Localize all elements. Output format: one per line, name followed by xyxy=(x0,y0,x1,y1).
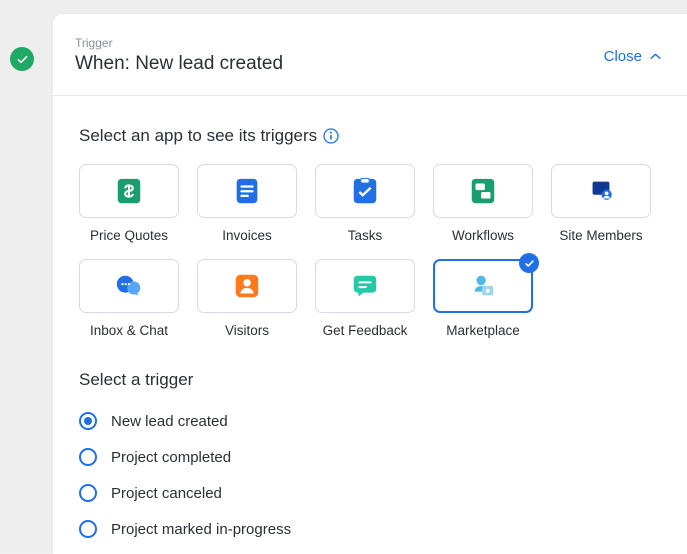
trigger-label: Project marked in-progress xyxy=(111,521,291,538)
app-tile xyxy=(315,164,415,218)
app-item-tasks[interactable]: Tasks xyxy=(315,164,415,243)
close-label: Close xyxy=(604,48,642,65)
trigger-label: Project canceled xyxy=(111,485,222,502)
app-tile xyxy=(79,164,179,218)
app-label: Inbox & Chat xyxy=(90,323,168,338)
trigger-option[interactable]: New lead created xyxy=(79,412,661,430)
apps-section-title: Select an app to see its triggers xyxy=(79,126,317,146)
header-title: When: New lead created xyxy=(75,53,283,75)
app-item-inbox-chat[interactable]: Inbox & Chat xyxy=(79,259,179,338)
marketplace-icon xyxy=(468,271,498,301)
app-item-workflows[interactable]: Workflows xyxy=(433,164,533,243)
tasks-icon xyxy=(350,176,380,206)
app-label: Price Quotes xyxy=(90,228,168,243)
checkmark-icon xyxy=(524,258,535,269)
app-label: Workflows xyxy=(452,228,514,243)
app-label: Visitors xyxy=(225,323,269,338)
inbox-chat-icon xyxy=(114,271,144,301)
app-tile xyxy=(551,164,651,218)
trigger-option[interactable]: Project completed xyxy=(79,448,661,466)
app-item-marketplace[interactable]: Marketplace xyxy=(433,259,533,338)
app-item-visitors[interactable]: Visitors xyxy=(197,259,297,338)
app-tile xyxy=(315,259,415,313)
app-label: Get Feedback xyxy=(323,323,408,338)
step-complete-badge xyxy=(10,47,34,71)
trigger-label: New lead created xyxy=(111,413,228,430)
apps-grid: Price Quotes Invoices Tasks Workflows Site M… xyxy=(79,164,661,338)
visitors-icon xyxy=(232,271,262,301)
radio-button xyxy=(79,484,97,502)
trigger-option[interactable]: Project canceled xyxy=(79,484,661,502)
app-label: Invoices xyxy=(222,228,272,243)
trigger-section-title: Select a trigger xyxy=(79,370,661,390)
radio-button xyxy=(79,520,97,538)
info-icon[interactable] xyxy=(323,128,339,144)
close-button[interactable]: Close xyxy=(604,48,661,65)
radio-button xyxy=(79,412,97,430)
app-label: Site Members xyxy=(559,228,642,243)
trigger-card: Trigger When: New lead created Close Sel… xyxy=(53,14,687,554)
app-tile xyxy=(79,259,179,313)
app-item-site-members[interactable]: Site Members xyxy=(551,164,651,243)
app-tile xyxy=(433,164,533,218)
app-item-price-quotes[interactable]: Price Quotes xyxy=(79,164,179,243)
get-feedback-icon xyxy=(350,271,380,301)
invoices-icon xyxy=(232,176,262,206)
app-item-get-feedback[interactable]: Get Feedback xyxy=(315,259,415,338)
app-label: Tasks xyxy=(348,228,383,243)
price-quotes-icon xyxy=(114,176,144,206)
checkmark-icon xyxy=(16,53,29,66)
selected-badge xyxy=(519,253,539,273)
trigger-label: Project completed xyxy=(111,449,231,466)
workflows-icon xyxy=(468,176,498,206)
app-item-invoices[interactable]: Invoices xyxy=(197,164,297,243)
card-header: Trigger When: New lead created Close xyxy=(53,14,687,96)
chevron-up-icon xyxy=(650,53,661,60)
trigger-list: New lead created Project completed Project… xyxy=(79,412,661,538)
app-tile xyxy=(433,259,533,313)
app-tile xyxy=(197,259,297,313)
radio-button xyxy=(79,448,97,466)
app-tile xyxy=(197,164,297,218)
trigger-option[interactable]: Project marked in-progress xyxy=(79,520,661,538)
app-label: Marketplace xyxy=(446,323,520,338)
site-members-icon xyxy=(586,176,616,206)
header-section-label: Trigger xyxy=(75,36,283,50)
